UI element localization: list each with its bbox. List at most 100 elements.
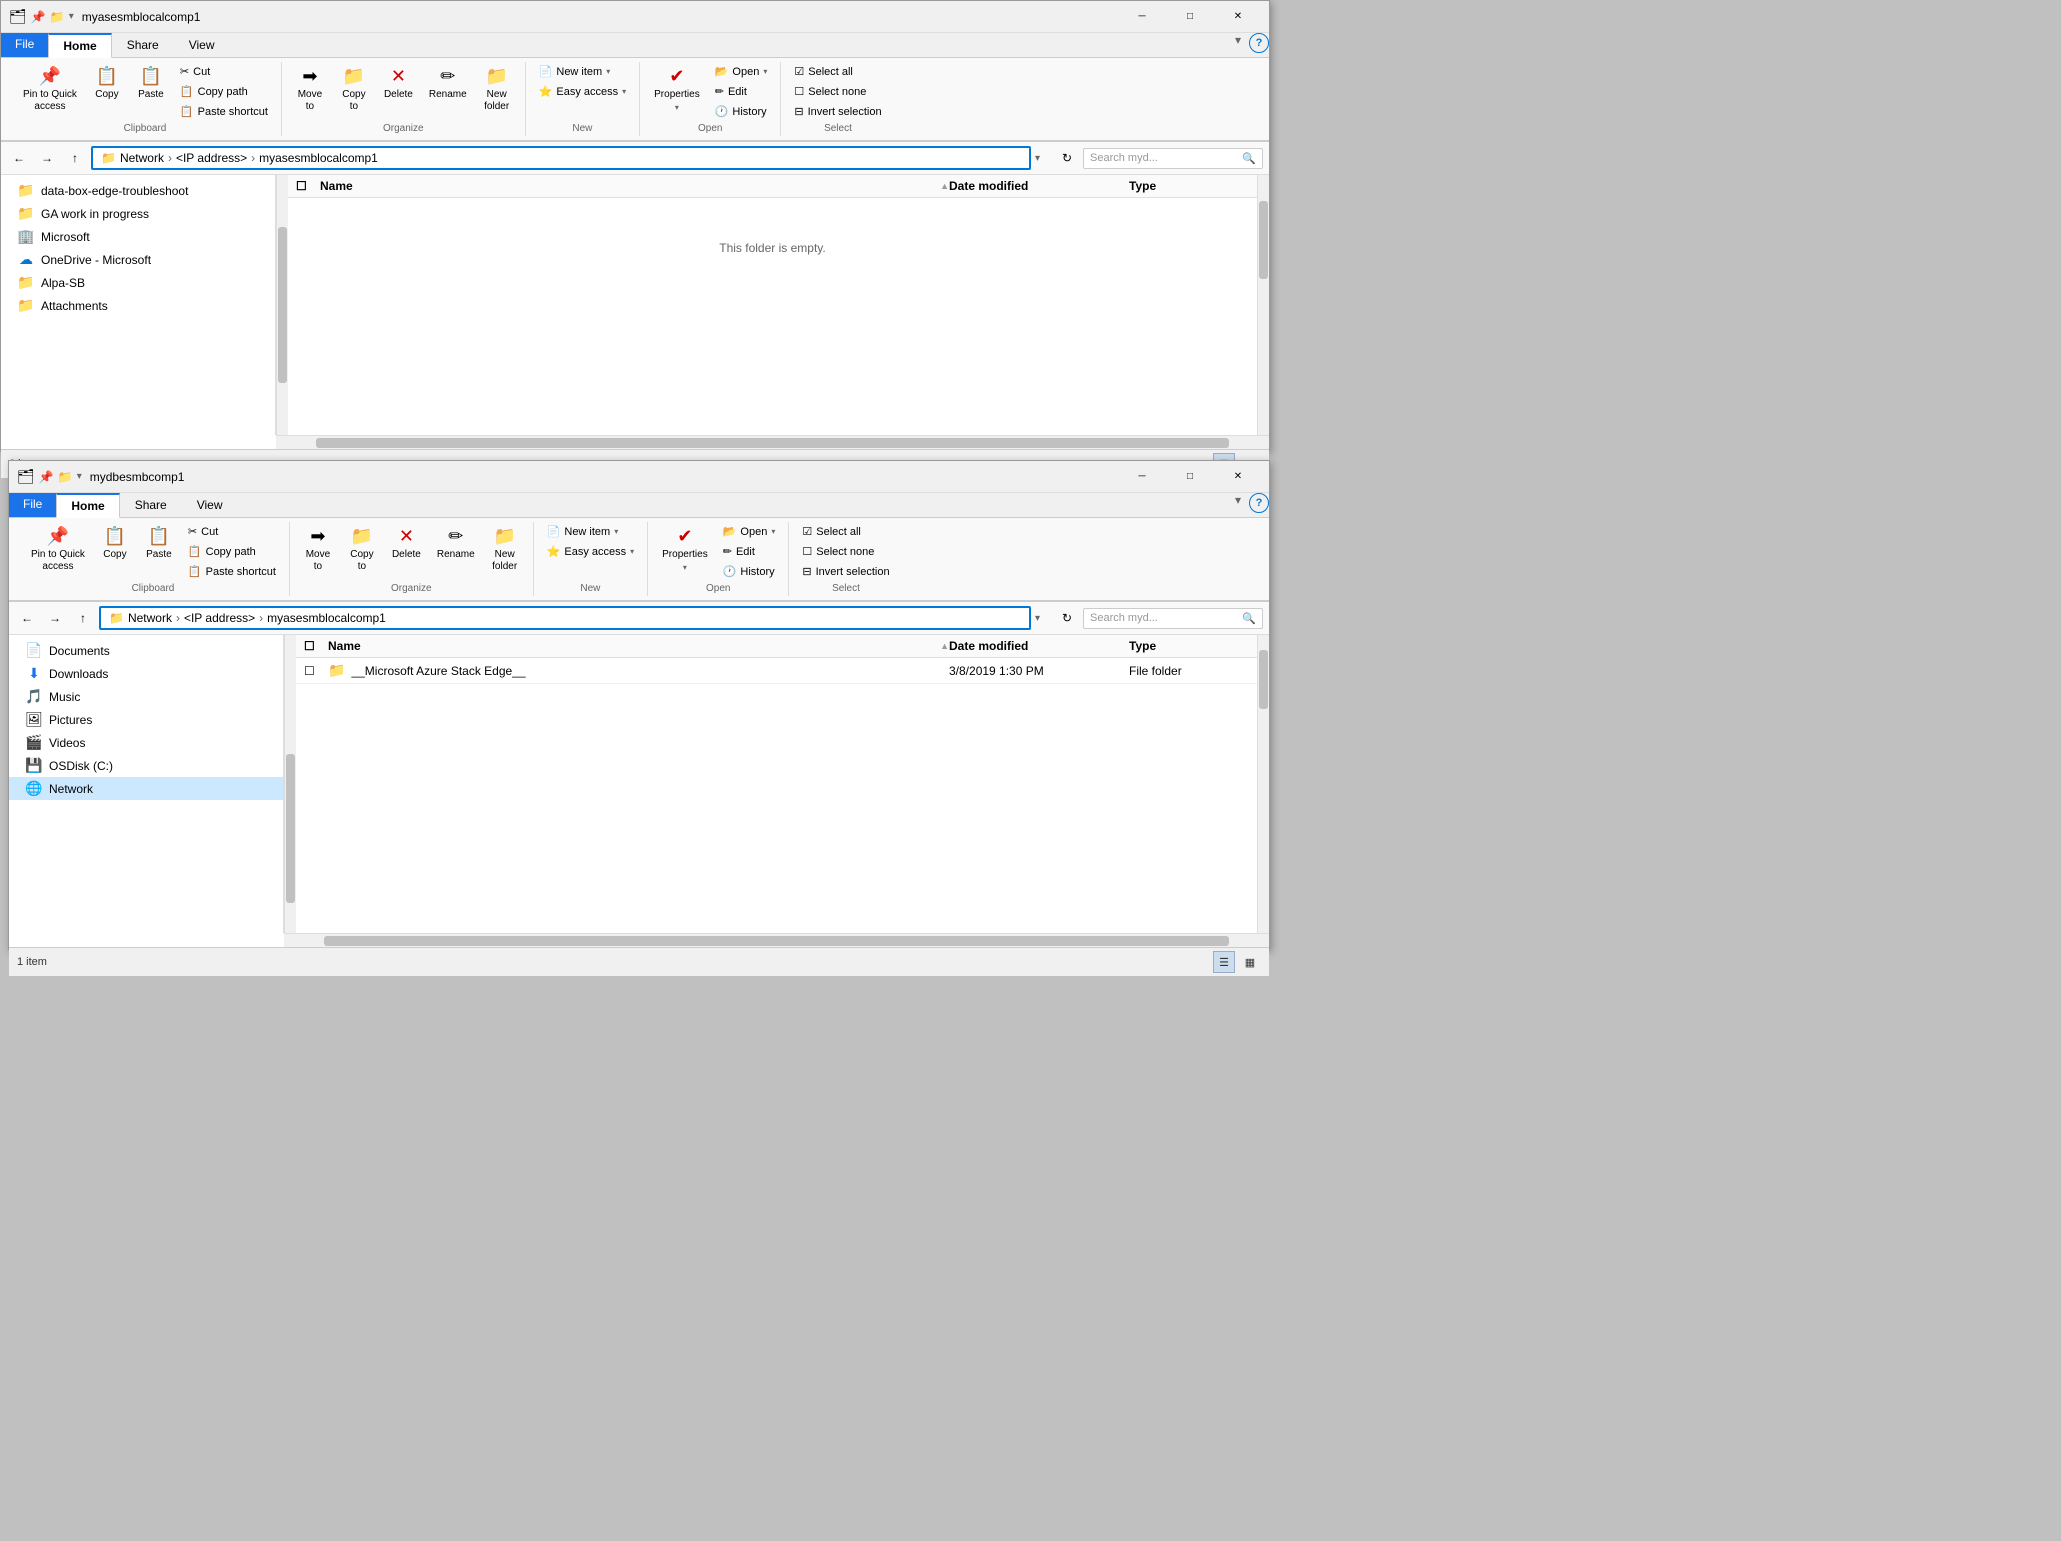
rename-button-2[interactable]: ✏ Rename [431, 522, 481, 565]
nav-item-attachments[interactable]: 📁 Attachments [1, 294, 275, 317]
ribbon-collapse-2[interactable]: ▾ [1235, 493, 1241, 517]
nav-item-documents[interactable]: 📄 Documents [9, 639, 283, 662]
nav-item-music[interactable]: 🎵 Music [9, 685, 283, 708]
nav-item-pictures[interactable]: 🖼 Pictures [9, 708, 283, 731]
pin-quick-access-button-1[interactable]: 📌 Pin to Quick access [17, 62, 83, 117]
crumb-ip-2[interactable]: <IP address> [184, 611, 255, 625]
tab-view-2[interactable]: View [182, 493, 238, 517]
easy-access-button-1[interactable]: ⭐ Easy access ▾ [534, 82, 631, 101]
refresh-button-2[interactable]: ↻ [1055, 606, 1079, 630]
delete-button-2[interactable]: ✕ Delete [386, 522, 427, 565]
maximize-button-1[interactable]: □ [1167, 1, 1213, 33]
select-all-button-1[interactable]: ☑ Select all [789, 62, 886, 81]
h-scroll-2[interactable] [284, 933, 1269, 947]
history-button-1[interactable]: 🕐 History [710, 102, 773, 121]
nav-scroll-thumb-1[interactable] [278, 227, 287, 383]
h-scroll-thumb-2[interactable] [324, 936, 1229, 946]
crumb-share-1[interactable]: myasesmblocalcomp1 [259, 151, 378, 165]
delete-button-1[interactable]: ✕ Delete [378, 62, 419, 105]
new-item-button-1[interactable]: 📄 New item ▾ [534, 62, 631, 81]
nav-item-microsoft[interactable]: 🏢 Microsoft [1, 225, 275, 248]
paste-shortcut-button-1[interactable]: 📋 Paste shortcut [175, 102, 273, 121]
file-scrollbar-1[interactable] [1257, 175, 1269, 435]
copy-path-button-2[interactable]: 📋 Copy path [183, 542, 281, 561]
move-to-button-2[interactable]: ➡ Move to [298, 522, 338, 577]
tab-share-1[interactable]: Share [112, 33, 174, 57]
copy-button-2[interactable]: 📋 Copy [95, 522, 135, 565]
header-date-2[interactable]: Date modified [949, 639, 1129, 653]
properties-button-2[interactable]: ✔ Properties ▾ [656, 522, 714, 576]
search-box-1[interactable]: Search myd... 🔍 [1083, 148, 1263, 169]
up-button-2[interactable]: ↑ [71, 606, 95, 630]
header-type-2[interactable]: Type [1129, 639, 1249, 653]
back-button-1[interactable]: ← [7, 146, 31, 170]
nav-scrollbar-1[interactable] [276, 175, 288, 435]
history-button-2[interactable]: 🕐 History [718, 562, 781, 581]
crumb-network-1[interactable]: Network [120, 151, 164, 165]
select-none-button-2[interactable]: ☐ Select none [797, 542, 894, 561]
nav-scrollbar-2[interactable] [284, 635, 296, 933]
edit-button-2[interactable]: ✏ Edit [718, 542, 781, 561]
rename-button-1[interactable]: ✏ Rename [423, 62, 473, 105]
new-folder-button-1[interactable]: 📁 New folder [477, 62, 517, 117]
header-name-2[interactable]: Name [328, 639, 940, 653]
detail-view-button-2[interactable]: ▦ [1239, 951, 1261, 973]
help-button-1[interactable]: ? [1249, 33, 1269, 53]
minimize-button-2[interactable]: ─ [1119, 461, 1165, 493]
nav-item-osdisk[interactable]: 💾 OSDisk (C:) [9, 754, 283, 777]
copy-to-button-2[interactable]: 📁 Copy to [342, 522, 382, 577]
crumb-share-2[interactable]: myasesmblocalcomp1 [267, 611, 386, 625]
ribbon-collapse-1[interactable]: ▾ [1235, 33, 1241, 57]
cut-button-1[interactable]: ✂ Cut [175, 62, 273, 81]
open-button-2[interactable]: 📂 Open ▾ [718, 522, 781, 541]
invert-selection-button-1[interactable]: ⊟ Invert selection [789, 102, 886, 121]
file-row-azure[interactable]: ☐ 📁 __Microsoft Azure Stack Edge__ 3/8/2… [296, 658, 1257, 684]
paste-shortcut-button-2[interactable]: 📋 Paste shortcut [183, 562, 281, 581]
close-button-2[interactable]: ✕ [1215, 461, 1261, 493]
search-box-2[interactable]: Search myd... 🔍 [1083, 608, 1263, 629]
easy-access-button-2[interactable]: ⭐ Easy access ▾ [542, 542, 639, 561]
edit-button-1[interactable]: ✏ Edit [710, 82, 773, 101]
file-scroll-thumb-2[interactable] [1259, 650, 1268, 710]
paste-button-1[interactable]: 📋 Paste [131, 62, 171, 105]
address-dropdown-2[interactable]: ▾ [1035, 613, 1051, 624]
copy-to-button-1[interactable]: 📁 Copy to [334, 62, 374, 117]
row-checkbox-azure[interactable]: ☐ [304, 664, 328, 678]
tab-file-1[interactable]: File [1, 33, 48, 57]
pin-quick-access-button-2[interactable]: 📌 Pin to Quick access [25, 522, 91, 577]
tab-share-2[interactable]: Share [120, 493, 182, 517]
file-scroll-thumb-1[interactable] [1259, 201, 1268, 279]
properties-button-1[interactable]: ✔ Properties ▾ [648, 62, 706, 116]
refresh-button-1[interactable]: ↻ [1055, 146, 1079, 170]
tab-home-2[interactable]: Home [56, 493, 119, 518]
forward-button-1[interactable]: → [35, 146, 59, 170]
crumb-network-2[interactable]: Network [128, 611, 172, 625]
h-scroll-1[interactable] [276, 435, 1269, 449]
move-to-button-1[interactable]: ➡ Move to [290, 62, 330, 117]
h-scroll-thumb-1[interactable] [316, 438, 1229, 448]
minimize-button-1[interactable]: ─ [1119, 1, 1165, 33]
list-view-button-2[interactable]: ☰ [1213, 951, 1235, 973]
select-none-button-1[interactable]: ☐ Select none [789, 82, 886, 101]
tab-view-1[interactable]: View [174, 33, 230, 57]
nav-item-onedrive[interactable]: ☁ OneDrive - Microsoft [1, 248, 275, 271]
maximize-button-2[interactable]: □ [1167, 461, 1213, 493]
tab-file-2[interactable]: File [9, 493, 56, 517]
header-type-1[interactable]: Type [1129, 179, 1249, 193]
file-scrollbar-2[interactable] [1257, 635, 1269, 933]
copy-button-1[interactable]: 📋 Copy [87, 62, 127, 105]
cut-button-2[interactable]: ✂ Cut [183, 522, 281, 541]
nav-item-ga-work[interactable]: 📁 GA work in progress [1, 202, 275, 225]
nav-item-data-box[interactable]: 📁 data-box-edge-troubleshoot [1, 179, 275, 202]
nav-scroll-thumb-2[interactable] [286, 754, 295, 903]
address-dropdown-1[interactable]: ▾ [1035, 153, 1051, 164]
forward-button-2[interactable]: → [43, 606, 67, 630]
up-button-1[interactable]: ↑ [63, 146, 87, 170]
address-path-2[interactable]: 📁 Network › <IP address> › myasesmblocal… [99, 606, 1031, 630]
back-button-2[interactable]: ← [15, 606, 39, 630]
nav-item-downloads[interactable]: ⬇ Downloads [9, 662, 283, 685]
copy-path-button-1[interactable]: 📋 Copy path [175, 82, 273, 101]
paste-button-2[interactable]: 📋 Paste [139, 522, 179, 565]
header-date-1[interactable]: Date modified [949, 179, 1129, 193]
tab-home-1[interactable]: Home [48, 33, 111, 58]
